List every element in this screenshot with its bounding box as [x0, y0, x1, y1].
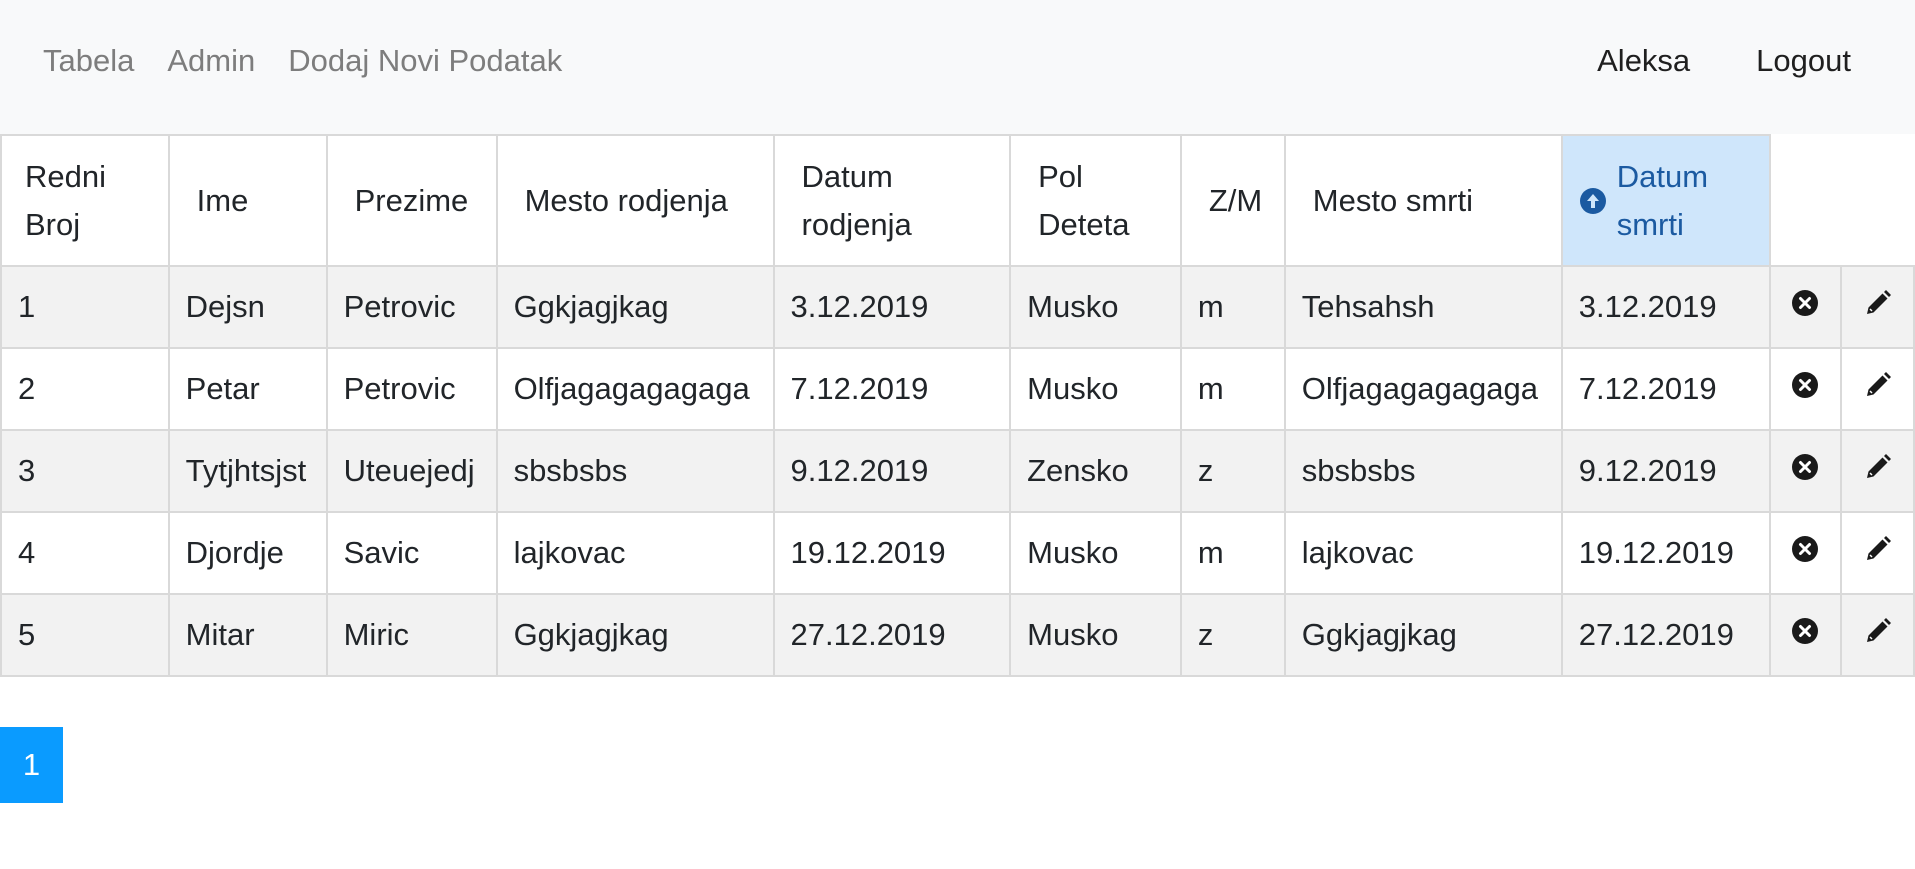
cell-pol-deteta: Musko — [1009, 347, 1182, 431]
cell-ime: Dejsn — [167, 265, 328, 349]
delete-icon — [1792, 536, 1819, 562]
edit-button[interactable] — [1840, 593, 1915, 677]
cell-mesto-rodjenja: Olfjagagagagaga — [495, 347, 775, 431]
cell-ime: Mitar — [167, 593, 328, 677]
cell-ime: Petar — [167, 347, 328, 431]
table-row: 1 Dejsn Petrovic Ggkjagjkag 3.12.2019 Musko m T… — [0, 265, 1915, 349]
header-datum-rodjenja[interactable]: Datum rodjenja — [772, 134, 1012, 267]
header-mesto-rodjenja[interactable]: Mesto rodjenja — [495, 134, 775, 267]
cell-datum-smrti: 3.12.2019 — [1560, 265, 1771, 349]
cell-mesto-rodjenja: lajkovac — [495, 511, 775, 595]
edit-icon — [1866, 372, 1891, 396]
edit-button[interactable] — [1840, 511, 1915, 595]
cell-datum-smrti: 19.12.2019 — [1560, 511, 1771, 595]
cell-mesto-smrti: lajkovac — [1283, 511, 1563, 595]
cell-prezime: Uteuejedj — [325, 429, 498, 513]
cell-mesto-smrti: Tehsahsh — [1283, 265, 1563, 349]
navbar: Tabela Admin Dodaj Novi Podatak Aleksa L… — [0, 0, 1915, 134]
cell-datum-smrti: 9.12.2019 — [1560, 429, 1771, 513]
cell-redni-broj: 2 — [0, 347, 170, 431]
cell-mesto-rodjenja: Ggkjagjkag — [495, 265, 775, 349]
cell-z-m: z — [1179, 429, 1286, 513]
cell-datum-rodjenja: 27.12.2019 — [772, 593, 1012, 677]
cell-mesto-smrti: Olfjagagagagaga — [1283, 347, 1563, 431]
cell-prezime: Miric — [325, 593, 498, 677]
cell-datum-smrti: 7.12.2019 — [1560, 347, 1771, 431]
cell-mesto-rodjenja: Ggkjagjkag — [495, 593, 775, 677]
cell-ime: Djordje — [167, 511, 328, 595]
table-header-row: Redni Broj Ime Prezime Mesto rodjenja Da… — [0, 134, 1914, 267]
cell-mesto-rodjenja: sbsbsbs — [495, 429, 775, 513]
cell-redni-broj: 4 — [0, 511, 170, 595]
cell-z-m: m — [1179, 265, 1286, 349]
edit-button[interactable] — [1840, 429, 1915, 513]
nav-links: Tabela Admin Dodaj Novi Podatak — [43, 43, 562, 79]
cell-pol-deteta: Musko — [1009, 593, 1182, 677]
delete-icon — [1792, 290, 1819, 316]
header-pol-deteta[interactable]: Pol Deteta — [1009, 134, 1182, 267]
edit-button[interactable] — [1840, 265, 1915, 349]
delete-icon — [1792, 618, 1819, 644]
cell-datum-rodjenja: 9.12.2019 — [772, 429, 1012, 513]
cell-pol-deteta: Musko — [1009, 265, 1182, 349]
cell-mesto-smrti: sbsbsbs — [1283, 429, 1563, 513]
edit-icon — [1866, 536, 1891, 560]
cell-pol-deteta: Musko — [1009, 511, 1182, 595]
table-row: 3 Tytjhtsjst Uteuejedj sbsbsbs 9.12.2019 Zens… — [0, 429, 1915, 513]
delete-icon — [1792, 454, 1819, 480]
cell-datum-rodjenja: 7.12.2019 — [772, 347, 1012, 431]
sort-ascending-icon — [1579, 187, 1606, 214]
cell-z-m: m — [1179, 511, 1286, 595]
cell-redni-broj: 1 — [0, 265, 170, 349]
edit-button[interactable] — [1840, 347, 1915, 431]
header-mesto-smrti[interactable]: Mesto smrti — [1283, 134, 1563, 267]
cell-prezime: Petrovic — [325, 347, 498, 431]
header-datum-smrti[interactable]: Datum smrti — [1560, 134, 1771, 267]
nav-link-dodaj-novi-podatak[interactable]: Dodaj Novi Podatak — [288, 43, 562, 79]
nav-link-admin[interactable]: Admin — [167, 43, 255, 79]
header-datum-smrti-label: Datum smrti — [1616, 158, 1709, 242]
cell-ime: Tytjhtsjst — [167, 429, 328, 513]
cell-datum-rodjenja: 3.12.2019 — [772, 265, 1012, 349]
table-row: 5 Mitar Miric Ggkjagjkag 27.12.2019 Musko z Ggk… — [0, 593, 1915, 677]
delete-button[interactable] — [1768, 429, 1843, 513]
cell-mesto-smrti: Ggkjagjkag — [1283, 593, 1563, 677]
cell-datum-rodjenja: 19.12.2019 — [772, 511, 1012, 595]
delete-button[interactable] — [1768, 265, 1843, 349]
delete-icon — [1792, 372, 1819, 398]
cell-prezime: Petrovic — [325, 265, 498, 349]
nav-link-tabela[interactable]: Tabela — [43, 43, 134, 79]
header-actions-empty — [1768, 135, 1914, 267]
delete-button[interactable] — [1768, 511, 1843, 595]
cell-prezime: Savic — [325, 511, 498, 595]
table-row: 4 Djordje Savic lajkovac 19.12.2019 Musko m laj… — [0, 511, 1915, 595]
pagination-page-1[interactable]: 1 — [0, 727, 63, 803]
header-z-m[interactable]: Z/M — [1179, 134, 1286, 267]
nav-user-area: Aleksa Logout — [1597, 43, 1851, 79]
cell-z-m: m — [1179, 347, 1286, 431]
cell-redni-broj: 3 — [0, 429, 170, 513]
header-prezime[interactable]: Prezime — [325, 134, 498, 267]
delete-button[interactable] — [1768, 593, 1843, 677]
edit-icon — [1866, 618, 1891, 642]
nav-user-name[interactable]: Aleksa — [1597, 43, 1690, 79]
header-ime[interactable]: Ime — [167, 134, 328, 267]
records-table: Redni Broj Ime Prezime Mesto rodjenja Da… — [0, 134, 1915, 677]
cell-datum-smrti: 27.12.2019 — [1560, 593, 1771, 677]
edit-icon — [1866, 454, 1891, 478]
cell-z-m: z — [1179, 593, 1286, 677]
cell-redni-broj: 5 — [0, 593, 170, 677]
header-redni-broj[interactable]: Redni Broj — [0, 134, 170, 267]
delete-button[interactable] — [1768, 347, 1843, 431]
logout-link[interactable]: Logout — [1756, 43, 1851, 79]
cell-pol-deteta: Zensko — [1009, 429, 1182, 513]
table-row: 2 Petar Petrovic Olfjagagagagaga 7.12.2019 Mu… — [0, 347, 1915, 431]
edit-icon — [1866, 290, 1891, 314]
